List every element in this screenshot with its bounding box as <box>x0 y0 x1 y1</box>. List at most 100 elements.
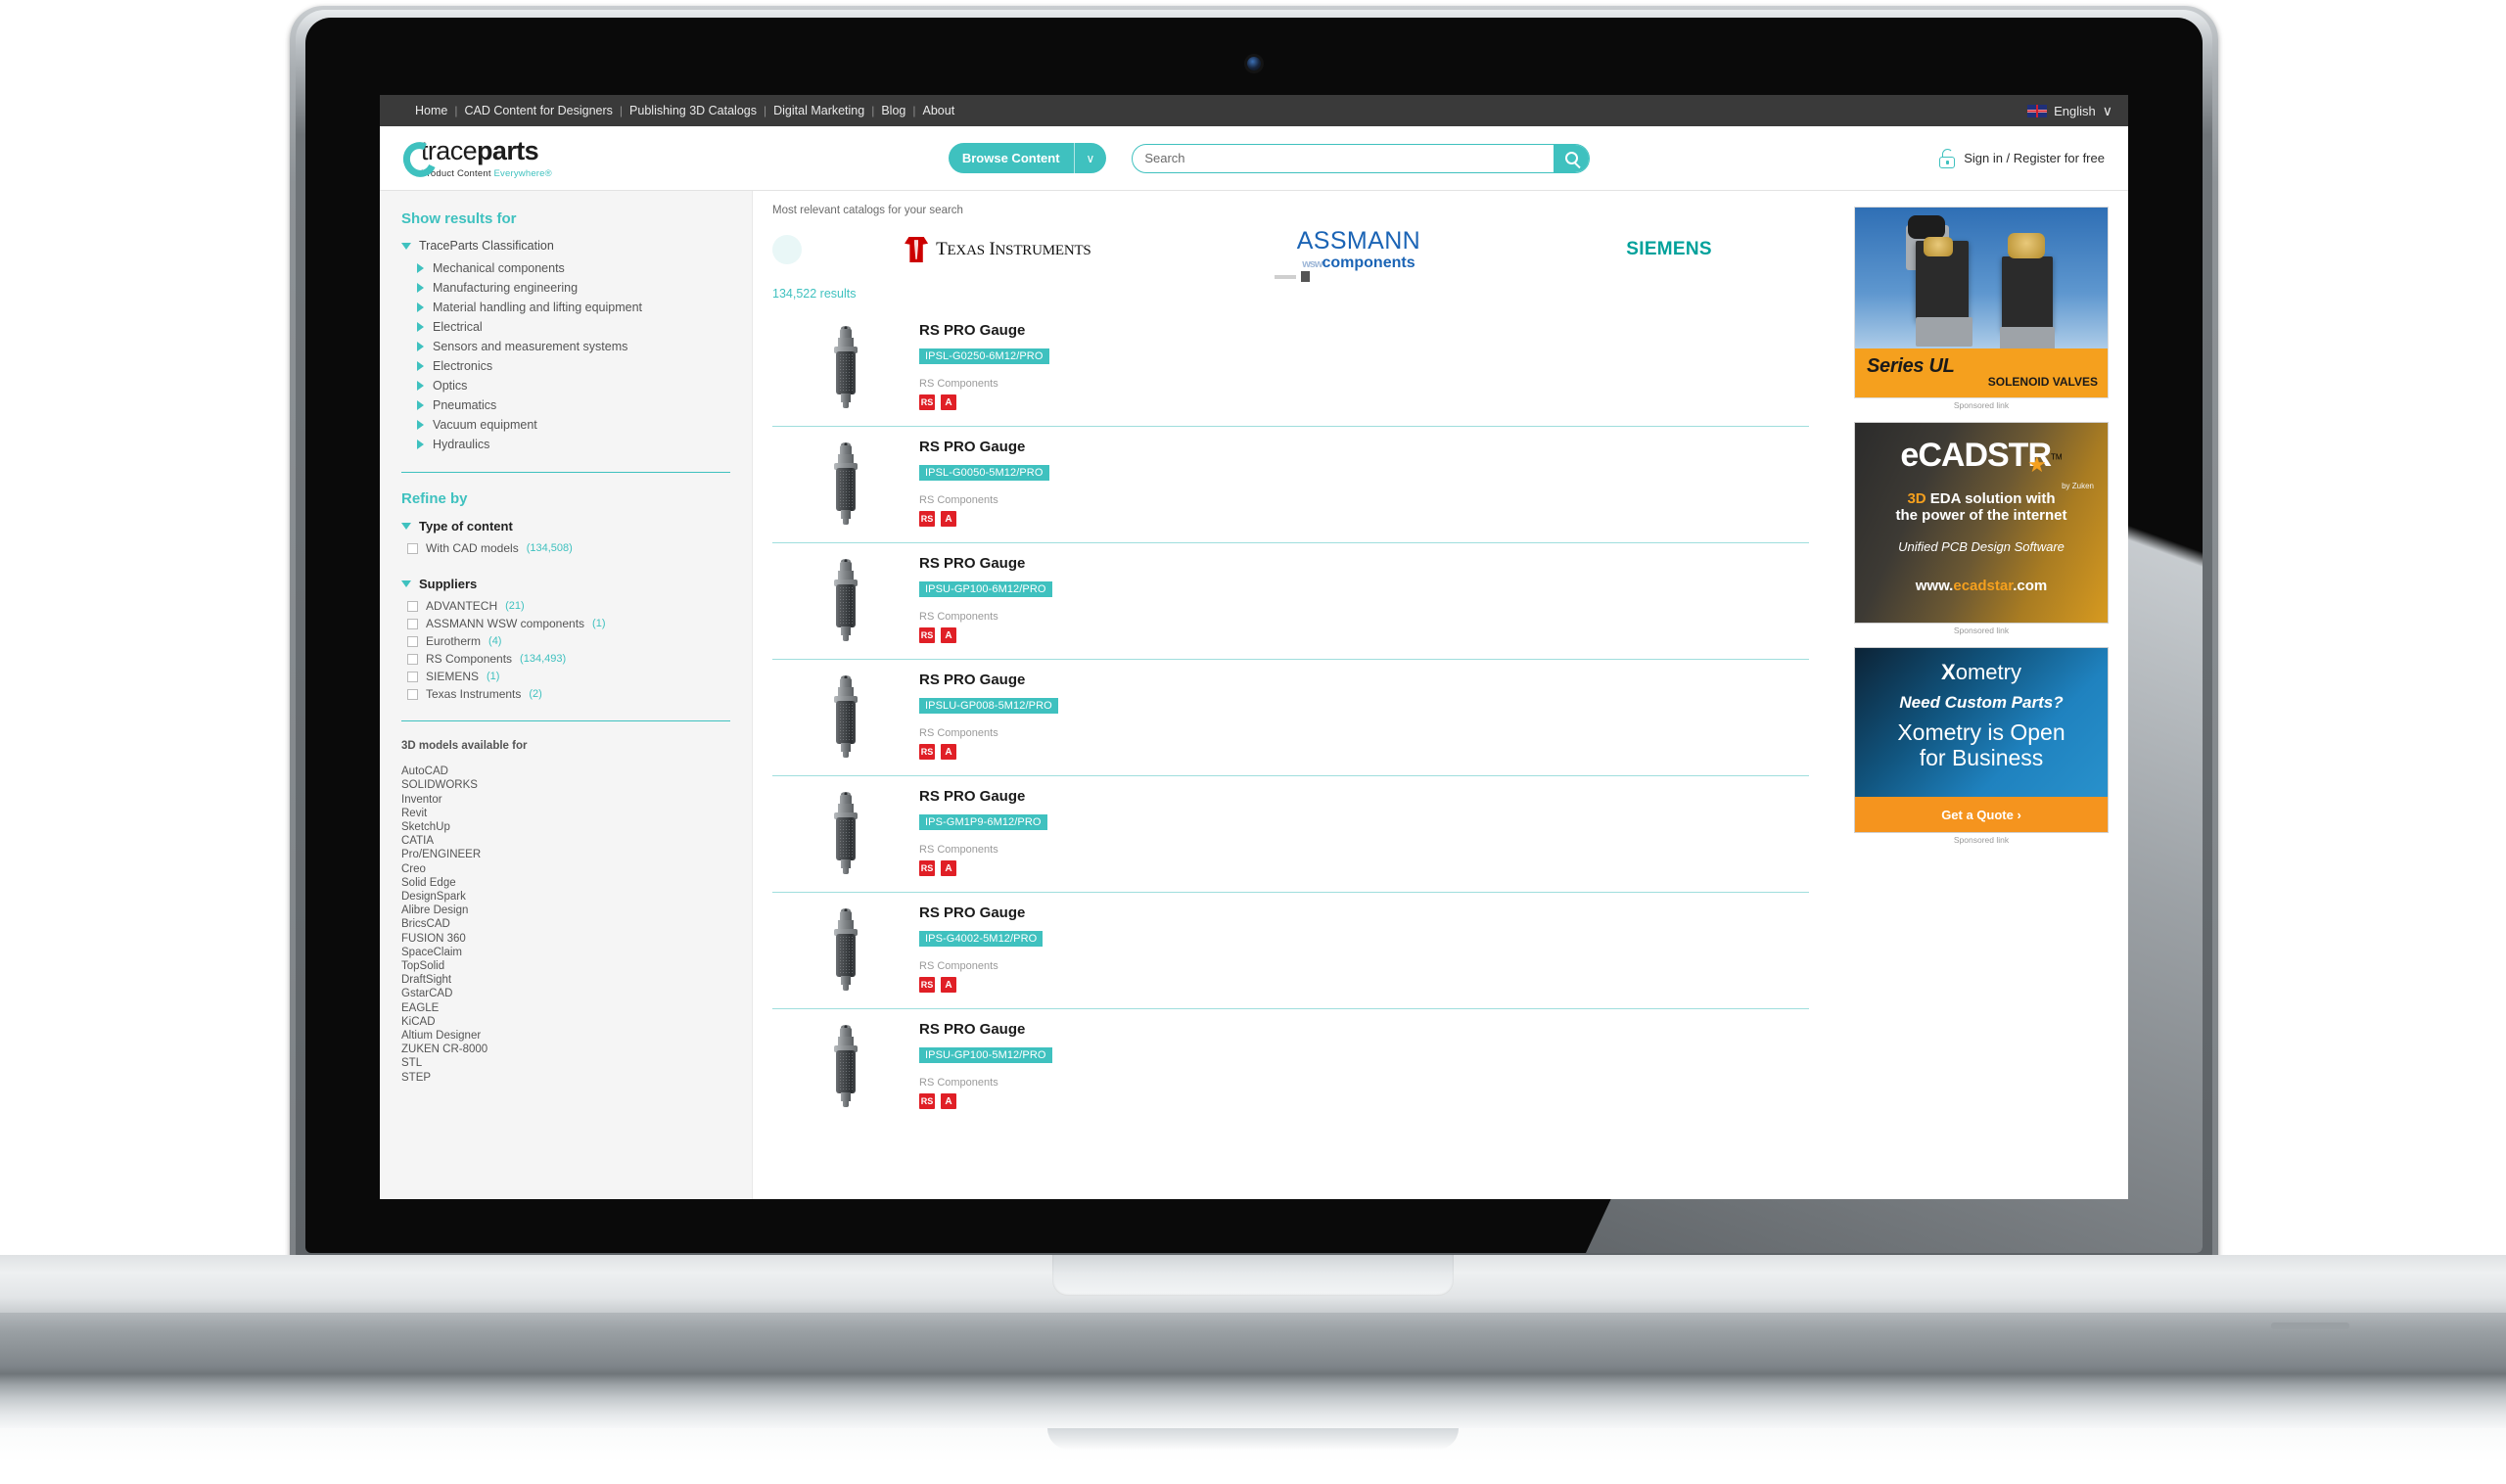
browse-content-button[interactable]: Browse Content ∨ <box>948 143 1107 173</box>
language-selector[interactable]: English ∨ <box>2027 103 2112 119</box>
search-button[interactable] <box>1554 144 1590 172</box>
carousel-dot-active[interactable] <box>1300 271 1310 282</box>
product-name[interactable]: RS PRO Gauge <box>919 1021 1809 1038</box>
topnav-item-cad-content[interactable]: CAD Content for Designers <box>464 104 612 117</box>
product-thumbnail[interactable] <box>772 553 919 645</box>
cad-format-item[interactable]: CATIA <box>401 834 730 848</box>
sidebar-item-sensors[interactable]: Sensors and measurement systems <box>401 337 730 356</box>
topnav-item-digital-marketing[interactable]: Digital Marketing <box>773 104 864 117</box>
cad-format-item[interactable]: AutoCAD <box>401 765 730 778</box>
result-row[interactable]: RS PRO Gauge IPSLU-GP008-5M12/PRO RS Com… <box>772 660 1809 776</box>
classification-root[interactable]: TraceParts Classification <box>401 239 730 253</box>
cad-format-item[interactable]: BricsCAD <box>401 917 730 931</box>
result-row[interactable]: RS PRO Gauge IPSL-G0250-6M12/PRO RS Comp… <box>772 310 1809 427</box>
sign-in-link[interactable]: Sign in / Register for free <box>1939 148 2105 168</box>
cad-format-item[interactable]: SpaceClaim <box>401 946 730 959</box>
ad-xometry[interactable]: Xometry Need Custom Parts? Xometry is Op… <box>1854 647 2109 845</box>
sidebar-item-pneumatics[interactable]: Pneumatics <box>401 395 730 415</box>
ad-solenoid-image[interactable]: Series UL SOLENOID VALVES <box>1854 207 2109 398</box>
cad-format-item[interactable]: STL <box>401 1056 730 1070</box>
ad-xometry-image[interactable]: Xometry Need Custom Parts? Xometry is Op… <box>1854 647 2109 833</box>
cad-format-item[interactable]: Creo <box>401 862 730 876</box>
type-of-content-header[interactable]: Type of content <box>401 519 730 533</box>
product-thumbnail[interactable] <box>772 903 919 995</box>
checkbox[interactable] <box>407 618 418 629</box>
cad-format-item[interactable]: Pro/ENGINEER <box>401 848 730 861</box>
catalog-logo-texas-instruments[interactable]: TEXAS INSTRUMENTS <box>905 237 1091 262</box>
sidebar-item-optics[interactable]: Optics <box>401 376 730 395</box>
facet-texas-instruments[interactable]: Texas Instruments (2) <box>401 685 730 703</box>
checkbox[interactable] <box>407 653 418 665</box>
carousel-pagination[interactable] <box>1274 271 1310 282</box>
checkbox[interactable] <box>407 600 418 612</box>
suppliers-header[interactable]: Suppliers <box>401 577 730 591</box>
sidebar-item-electrical[interactable]: Electrical <box>401 317 730 337</box>
sidebar-item-electronics[interactable]: Electronics <box>401 356 730 376</box>
topnav-item-blog[interactable]: Blog <box>881 104 905 117</box>
checkbox[interactable] <box>407 688 418 700</box>
ad-ecadstar-image[interactable]: eCADSTRTM ★ by Zuken 3D EDA solution wit… <box>1854 422 2109 624</box>
product-name[interactable]: RS PRO Gauge <box>919 788 1809 805</box>
carousel-dot[interactable] <box>1274 274 1296 279</box>
sidebar-item-hydraulics[interactable]: Hydraulics <box>401 435 730 454</box>
cad-format-item[interactable]: Altium Designer <box>401 1029 730 1043</box>
cad-format-item[interactable]: Revit <box>401 807 730 820</box>
sidebar-item-mechanical-components[interactable]: Mechanical components <box>401 258 730 278</box>
carousel-prev-button[interactable] <box>772 235 802 264</box>
cad-format-item[interactable]: DesignSpark <box>401 890 730 904</box>
topnav-item-publishing[interactable]: Publishing 3D Catalogs <box>629 104 757 117</box>
facet-rs-components[interactable]: RS Components (134,493) <box>401 650 730 668</box>
search-input[interactable] <box>1133 151 1555 165</box>
checkbox[interactable] <box>407 542 418 554</box>
catalog-logo-assmann[interactable]: ASSMANN wswcomponents <box>1297 228 1420 271</box>
sidebar-item-manufacturing-engineering[interactable]: Manufacturing engineering <box>401 278 730 298</box>
uk-flag-icon <box>2027 104 2048 117</box>
facet-advantech[interactable]: ADVANTECH (21) <box>401 597 730 615</box>
cad-format-item[interactable]: GstarCAD <box>401 987 730 1000</box>
cad-format-item[interactable]: Inventor <box>401 793 730 807</box>
cad-format-item[interactable]: Solid Edge <box>401 876 730 890</box>
facet-siemens[interactable]: SIEMENS (1) <box>401 668 730 685</box>
ad-ecadstar[interactable]: eCADSTRTM ★ by Zuken 3D EDA solution wit… <box>1854 422 2109 635</box>
ad-solenoid-valves[interactable]: Series UL SOLENOID VALVES Sponsored link <box>1854 207 2109 410</box>
product-name[interactable]: RS PRO Gauge <box>919 555 1809 572</box>
cad-format-item[interactable]: ZUKEN CR-8000 <box>401 1043 730 1056</box>
cad-format-item[interactable]: Alibre Design <box>401 904 730 917</box>
cad-format-item[interactable]: SOLIDWORKS <box>401 778 730 792</box>
sidebar-item-material-handling[interactable]: Material handling and lifting equipment <box>401 298 730 317</box>
checkbox[interactable] <box>407 635 418 647</box>
cad-format-item[interactable]: TopSolid <box>401 959 730 973</box>
checkbox[interactable] <box>407 671 418 682</box>
result-row[interactable]: RS PRO Gauge IPSU-GP100-6M12/PRO RS Comp… <box>772 543 1809 660</box>
traceparts-logo[interactable]: traceparts Product Content Everywhere® <box>397 136 599 182</box>
cad-format-item[interactable]: FUSION 360 <box>401 932 730 946</box>
product-name[interactable]: RS PRO Gauge <box>919 904 1809 921</box>
topnav-item-about[interactable]: About <box>923 104 955 117</box>
result-row[interactable]: RS PRO Gauge IPSU-GP100-5M12/PRO RS Comp… <box>772 1009 1809 1125</box>
cad-format-item[interactable]: DraftSight <box>401 973 730 987</box>
topnav-item-home[interactable]: Home <box>415 104 447 117</box>
product-thumbnail[interactable] <box>772 1019 919 1111</box>
product-name[interactable]: RS PRO Gauge <box>919 439 1809 455</box>
product-thumbnail[interactable] <box>772 670 919 762</box>
get-a-quote-button[interactable]: Get a Quote › <box>1855 797 2108 832</box>
catalog-logo-siemens[interactable]: SIEMENS <box>1626 239 1712 260</box>
product-name[interactable]: RS PRO Gauge <box>919 672 1809 688</box>
cad-format-item[interactable]: KiCAD <box>401 1015 730 1029</box>
facet-with-cad-models[interactable]: With CAD models (134,508) <box>401 539 730 557</box>
result-row[interactable]: RS PRO Gauge IPS-GM1P9-6M12/PRO RS Compo… <box>772 776 1809 893</box>
facet-eurotherm[interactable]: Eurotherm (4) <box>401 632 730 650</box>
cad-format-item[interactable]: EAGLE <box>401 1001 730 1015</box>
product-thumbnail[interactable] <box>772 437 919 529</box>
cad-format-item[interactable]: STEP <box>401 1071 730 1085</box>
sidebar-item-vacuum-equipment[interactable]: Vacuum equipment <box>401 415 730 435</box>
product-thumbnail[interactable] <box>772 320 919 412</box>
product-thumbnail[interactable] <box>772 786 919 878</box>
facet-assmann-wsw[interactable]: ASSMANN WSW components (1) <box>401 615 730 632</box>
top-navigation[interactable]: Home | CAD Content for Designers | Publi… <box>415 104 954 117</box>
result-row[interactable]: RS PRO Gauge IPS-G4002-5M12/PRO RS Compo… <box>772 893 1809 1009</box>
result-row[interactable]: RS PRO Gauge IPSL-G0050-5M12/PRO RS Comp… <box>772 427 1809 543</box>
product-name[interactable]: RS PRO Gauge <box>919 322 1809 339</box>
cad-format-item[interactable]: SketchUp <box>401 820 730 834</box>
search-bar[interactable] <box>1132 143 1591 173</box>
